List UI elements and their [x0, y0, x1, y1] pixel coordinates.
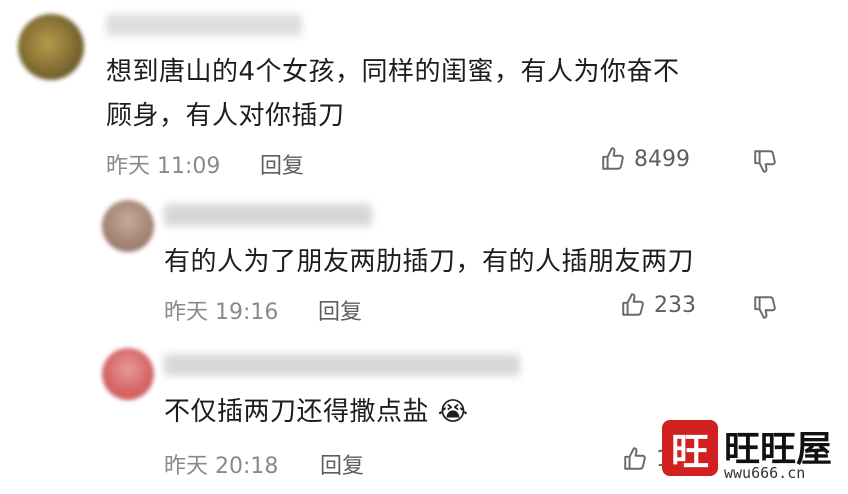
- reply-button[interactable]: 回复: [260, 148, 304, 180]
- comment-text-line: 不仅插两刀还得撒点盐 😭: [164, 397, 469, 427]
- avatar[interactable]: [102, 200, 154, 252]
- comment-time: 昨天 20:18: [164, 454, 279, 479]
- watermark-url: wwu666.cn: [724, 464, 806, 482]
- reply-button[interactable]: 回复: [318, 294, 362, 326]
- thumbs-down-icon[interactable]: [752, 294, 778, 320]
- like-count: 233: [654, 292, 696, 318]
- avatar[interactable]: [18, 14, 84, 80]
- watermark-seal: 旺: [662, 420, 718, 476]
- thumbs-down-icon[interactable]: [752, 148, 778, 174]
- like-count: 8499: [634, 146, 690, 172]
- comment-text-line: 有的人为了朋友两肋插刀，有的人插朋友两刀: [164, 247, 695, 277]
- username-blurred[interactable]: [106, 14, 302, 36]
- like-button[interactable]: 8499: [600, 146, 690, 172]
- comment-text: 有的人为了朋友两肋插刀，有的人插朋友两刀: [164, 240, 694, 284]
- comment-text: 想到唐山的4个女孩，同样的闺蜜，有人为你奋不 顾身，有人对你插刀: [106, 50, 680, 138]
- thumbs-up-icon: [600, 146, 626, 172]
- watermark-logo: 旺 旺旺屋 wwu666.cn: [662, 418, 840, 486]
- comment-time: 昨天 11:09: [106, 154, 221, 179]
- avatar[interactable]: [102, 348, 154, 400]
- like-button[interactable]: 233: [620, 292, 696, 318]
- reply-button[interactable]: 回复: [320, 448, 364, 480]
- thumbs-up-icon: [620, 292, 646, 318]
- comment-1: 想到唐山的4个女孩，同样的闺蜜，有人为你奋不 顾身，有人对你插刀 昨天 11:0…: [0, 0, 848, 180]
- thumbs-up-icon: [622, 446, 648, 472]
- comment-time: 昨天 19:16: [164, 300, 279, 325]
- username-blurred[interactable]: [164, 204, 372, 226]
- comment-text-line: 想到唐山的4个女孩，同样的闺蜜，有人为你奋不: [106, 57, 680, 87]
- comment-text: 不仅插两刀还得撒点盐 😭: [164, 390, 469, 434]
- comment-text-line: 顾身，有人对你插刀: [106, 101, 345, 131]
- comment-2: 有的人为了朋友两肋插刀，有的人插朋友两刀 昨天 19:16 回复 233: [0, 190, 848, 340]
- username-blurred[interactable]: [164, 354, 520, 376]
